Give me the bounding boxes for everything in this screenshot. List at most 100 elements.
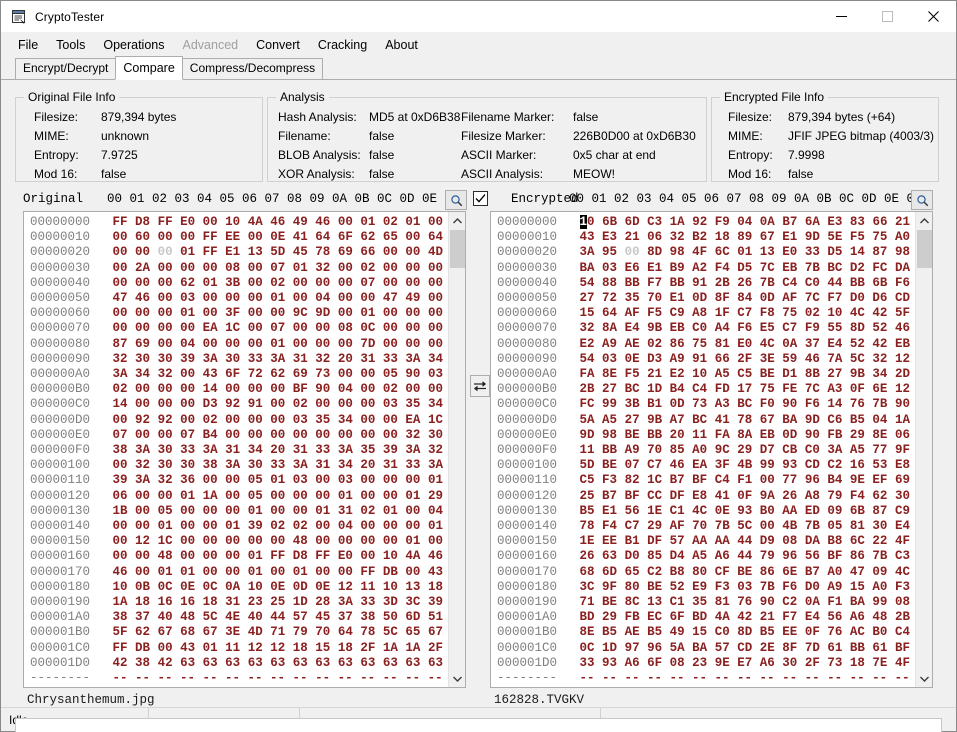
hex-bytes[interactable]: 00 32 30 30 38 3A 30 33 3A 31 34 20 31 3…: [113, 458, 448, 472]
hex-bytes[interactable]: 10 6B 6D C3 1A 92 F9 04 0A B7 6A E3 83 6…: [579, 215, 915, 229]
hex-bytes[interactable]: E2 A9 AE 02 86 75 81 E0 4C 0A 37 E4 52 4…: [580, 337, 915, 351]
hex-row[interactable]: 00000030 BA 03 E6 E1 B9 A2 F4 D5 7C EB 7…: [497, 261, 915, 276]
hex-bytes[interactable]: 15 64 AF F5 C9 A8 1F C7 F8 75 02 10 4C 4…: [580, 306, 915, 320]
hex-row[interactable]: 00000140 78 F4 C7 29 AF 70 7B 5C 00 4B 7…: [497, 519, 915, 534]
hex-row[interactable]: 00000100 00 32 30 30 38 3A 30 33 3A 31 3…: [30, 458, 448, 473]
hex-bytes[interactable]: 00 60 00 00 FF EE 00 0E 41 64 6F 62 65 0…: [113, 230, 448, 244]
hex-bytes[interactable]: 2B 27 BC 1D B4 C4 FD 17 75 FE 7C A3 0F 6…: [580, 382, 915, 396]
hex-bytes[interactable]: 42 38 42 63 63 63 63 63 63 63 63 63 63 6…: [113, 656, 448, 670]
hex-bytes[interactable]: 26 63 D0 85 D4 A5 A6 44 79 96 56 BF 86 7…: [580, 549, 915, 563]
hex-row[interactable]: 00000130 1B 00 05 00 00 00 01 00 00 01 3…: [30, 504, 448, 519]
hex-bytes[interactable]: 3A 95 00 8D 98 4F 6C 01 13 E0 33 D5 14 8…: [580, 245, 915, 259]
hex-bytes[interactable]: 38 3A 30 33 3A 31 34 20 31 33 3A 35 39 3…: [113, 443, 448, 457]
hex-row[interactable]: 000001B0 8E B5 AE B5 49 15 C0 8D B5 EE 0…: [497, 625, 915, 640]
hex-bytes[interactable]: 11 BB A9 70 85 A0 9C 29 D7 CB C0 3A A5 7…: [580, 443, 915, 457]
swap-panes-button[interactable]: [470, 375, 490, 397]
hex-bytes[interactable]: 00 00 00 62 01 3B 00 02 00 00 00 07 00 0…: [113, 276, 448, 290]
hex-row[interactable]: 00000000 10 6B 6D C3 1A 92 F9 04 0A B7 6…: [497, 215, 915, 230]
hex-cursor[interactable]: 1: [579, 215, 588, 229]
hex-row[interactable]: 00000000 FF D8 FF E0 00 10 4A 46 49 46 0…: [30, 215, 448, 230]
left-pane-search-button[interactable]: [445, 190, 467, 210]
hex-bytes[interactable]: 00 00 00 00 EA 1C 00 07 00 00 08 0C 00 0…: [113, 321, 448, 335]
hex-bytes[interactable]: BA 03 E6 E1 B9 A2 F4 D5 7C EB 7B BC D2 F…: [580, 261, 915, 275]
encrypted-hex-scrollbar[interactable]: [915, 212, 932, 687]
hex-row[interactable]: 00000140 00 00 01 00 00 01 39 02 02 00 0…: [30, 519, 448, 534]
hex-bytes[interactable]: 00 92 92 00 02 00 00 00 03 35 34 00 00 E…: [113, 413, 448, 427]
hex-row[interactable]: 00000070 32 8A E4 9B EB C0 A4 F6 E5 C7 F…: [497, 321, 915, 336]
hex-row[interactable]: 00000180 10 0B 0C 0E 0C 0A 10 0E 0D 0E 1…: [30, 580, 448, 595]
hex-row[interactable]: 000001C0 0C 1D 97 96 5A BA 57 CD 2E 8F 7…: [497, 641, 915, 656]
hex-bytes[interactable]: 25 B7 BF CC DF E8 41 0F 9A 26 A8 79 F4 6…: [580, 489, 915, 503]
hex-bytes[interactable]: 33 93 A6 6F 08 23 9E E7 A6 30 2F 73 18 7…: [580, 656, 915, 670]
hex-bytes[interactable]: 1E EE B1 DF 57 AA AA 44 D9 08 DA B8 6C 2…: [580, 534, 915, 548]
menu-item-operations[interactable]: Operations: [94, 34, 173, 56]
hex-row[interactable]: 00000180 3C 9F 80 BE 52 E9 F3 03 7B F6 D…: [497, 580, 915, 595]
hex-bytes[interactable]: FF DB 00 43 01 11 12 12 18 15 18 2F 1A 1…: [113, 641, 448, 655]
hex-bytes[interactable]: 1A 18 16 16 18 31 23 25 1D 28 3A 33 3D 3…: [113, 595, 448, 609]
hex-row[interactable]: 00000190 71 BE 8C 13 C1 35 81 76 90 C2 0…: [497, 595, 915, 610]
hex-row[interactable]: 00000060 15 64 AF F5 C9 A8 1F C7 F8 75 0…: [497, 306, 915, 321]
hex-row[interactable]: 000001B0 5F 62 67 68 67 3E 4D 71 79 70 6…: [30, 625, 448, 640]
hex-bytes[interactable]: 0C 1D 97 96 5A BA 57 CD 2E 8F 7D 61 BB 6…: [580, 641, 915, 655]
hex-row[interactable]: 00000080 E2 A9 AE 02 86 75 81 E0 4C 0A 3…: [497, 337, 915, 352]
hex-bytes[interactable]: 32 30 30 39 3A 30 33 3A 31 32 20 31 33 3…: [113, 352, 448, 366]
hex-bytes[interactable]: 32 8A E4 9B EB C0 A4 F6 E5 C7 F9 55 8D 5…: [580, 321, 915, 335]
original-hex-rows[interactable]: 00000000 FF D8 FF E0 00 10 4A 46 49 46 0…: [24, 212, 448, 687]
tab-compress-decompress[interactable]: Compress/Decompress: [181, 58, 324, 80]
hex-row[interactable]: 00000110 C5 F3 82 1C B7 BF C4 F1 00 77 9…: [497, 473, 915, 488]
original-scroll-thumb[interactable]: [450, 230, 465, 268]
hex-row[interactable]: 00000120 06 00 00 01 1A 00 05 00 00 00 0…: [30, 489, 448, 504]
hex-row[interactable]: 000001A0 38 37 40 48 5C 4E 40 44 57 45 3…: [30, 610, 448, 625]
hex-bytes[interactable]: FA 8E F5 21 E2 10 A5 C5 BE D1 8B 27 9B 3…: [580, 367, 915, 381]
hex-bytes[interactable]: BD 29 FB EC 6F BD 4A 42 21 F7 E4 56 A6 4…: [580, 610, 915, 624]
hex-row[interactable]: 000000E0 9D 98 BE BB 20 11 FA 8A EB 0D 9…: [497, 428, 915, 443]
hex-row[interactable]: 000001D0 33 93 A6 6F 08 23 9E E7 A6 30 2…: [497, 656, 915, 671]
hex-bytes[interactable]: 68 6D 65 C2 B8 80 CF BE 86 6E B7 A0 47 0…: [580, 565, 915, 579]
original-hex-viewer[interactable]: 00000000 FF D8 FF E0 00 10 4A 46 49 46 0…: [23, 211, 466, 688]
encrypted-hex-viewer[interactable]: 00000000 10 6B 6D C3 1A 92 F9 04 0A B7 6…: [490, 211, 933, 688]
hex-row[interactable]: 00000040 54 88 BB F7 BB 91 2B 26 7B C4 C…: [497, 276, 915, 291]
hex-row[interactable]: 00000120 25 B7 BF CC DF E8 41 0F 9A 26 A…: [497, 489, 915, 504]
left-pane-sync-checkbox[interactable]: [473, 191, 488, 206]
hex-bytes[interactable]: 38 37 40 48 5C 4E 40 44 57 45 37 38 50 6…: [113, 610, 448, 624]
hex-bytes[interactable]: FC 99 3B B1 0D 73 A3 BC F0 90 F6 14 76 7…: [580, 397, 915, 411]
encrypted-hex-rows[interactable]: 00000000 10 6B 6D C3 1A 92 F9 04 0A B7 6…: [491, 212, 915, 687]
hex-row[interactable]: 00000110 39 3A 32 36 00 00 05 01 03 00 0…: [30, 473, 448, 488]
menu-item-tools[interactable]: Tools: [47, 34, 94, 56]
hex-row[interactable]: 00000090 54 03 0E D3 A9 91 66 2F 3E 59 4…: [497, 352, 915, 367]
hex-row[interactable]: 000000D0 5A A5 27 9B A7 BC 41 78 67 BA 9…: [497, 413, 915, 428]
hex-row[interactable]: 00000150 00 12 1C 00 00 00 00 00 48 00 0…: [30, 534, 448, 549]
hex-bytes[interactable]: 1B 00 05 00 00 00 01 00 00 01 31 02 01 0…: [113, 504, 448, 518]
hex-row[interactable]: 000000C0 14 00 00 00 D3 92 91 00 02 00 0…: [30, 397, 448, 412]
hex-bytes[interactable]: 00 00 00 01 FF E1 13 5D 45 78 69 66 00 0…: [113, 245, 448, 259]
hex-row[interactable]: 00000020 00 00 00 01 FF E1 13 5D 45 78 6…: [30, 245, 448, 260]
scroll-down-arrow-icon[interactable]: [449, 670, 465, 687]
menu-item-convert[interactable]: Convert: [247, 34, 309, 56]
original-hex-scrollbar[interactable]: [448, 212, 465, 687]
hex-bytes[interactable]: 02 00 00 00 14 00 00 00 BF 90 04 00 02 0…: [113, 382, 448, 396]
hex-bytes[interactable]: 00 00 01 00 00 01 39 02 02 00 04 00 00 0…: [113, 519, 448, 533]
menu-item-file[interactable]: File: [9, 34, 47, 56]
close-button[interactable]: [910, 1, 956, 32]
scroll-up-arrow-icon[interactable]: [916, 212, 932, 229]
hex-bytes[interactable]: 14 00 00 00 D3 92 91 00 02 00 00 00 03 3…: [113, 397, 448, 411]
hex-row[interactable]: 000001A0 BD 29 FB EC 6F BD 4A 42 21 F7 E…: [497, 610, 915, 625]
hex-row[interactable]: 00000010 43 E3 21 06 32 B2 18 89 67 E1 9…: [497, 230, 915, 245]
hex-row[interactable]: 00000160 26 63 D0 85 D4 A5 A6 44 79 96 5…: [497, 549, 915, 564]
hex-bytes[interactable]: 3C 9F 80 BE 52 E9 F3 03 7B F6 D0 A9 15 A…: [580, 580, 915, 594]
hex-row[interactable]: 000000A0 3A 34 32 00 43 6F 72 62 69 73 0…: [30, 367, 448, 382]
hex-row[interactable]: 00000070 00 00 00 00 EA 1C 00 07 00 00 0…: [30, 321, 448, 336]
hex-row[interactable]: 00000050 47 46 00 03 00 00 00 01 00 04 0…: [30, 291, 448, 306]
hex-row[interactable]: 000001D0 42 38 42 63 63 63 63 63 63 63 6…: [30, 656, 448, 671]
hex-bytes[interactable]: C5 F3 82 1C B7 BF C4 F1 00 77 96 B4 9E E…: [580, 473, 915, 487]
hex-bytes[interactable]: 43 E3 21 06 32 B2 18 89 67 E1 9D 5E F5 7…: [580, 230, 915, 244]
hex-bytes[interactable]: 5F 62 67 68 67 3E 4D 71 79 70 64 78 5C 6…: [113, 625, 448, 639]
hex-bytes[interactable]: 39 3A 32 36 00 00 05 01 03 00 03 00 00 0…: [113, 473, 448, 487]
hex-bytes[interactable]: 9D 98 BE BB 20 11 FA 8A EB 0D 90 FB 29 8…: [580, 428, 915, 442]
hex-bytes[interactable]: 3A 34 32 00 43 6F 72 62 69 73 00 00 05 9…: [113, 367, 448, 381]
hex-row[interactable]: 000000D0 00 92 92 00 02 00 00 00 03 35 3…: [30, 413, 448, 428]
hex-bytes[interactable]: 78 F4 C7 29 AF 70 7B 5C 00 4B 7B 05 81 3…: [580, 519, 915, 533]
hex-bytes[interactable]: B5 E1 56 1E C1 4C 0E 93 B0 AA ED 09 6B 8…: [580, 504, 915, 518]
hex-row[interactable]: 000000E0 07 00 00 07 B4 00 00 00 00 00 0…: [30, 428, 448, 443]
hex-row[interactable]: 000000B0 2B 27 BC 1D B4 C4 FD 17 75 FE 7…: [497, 382, 915, 397]
